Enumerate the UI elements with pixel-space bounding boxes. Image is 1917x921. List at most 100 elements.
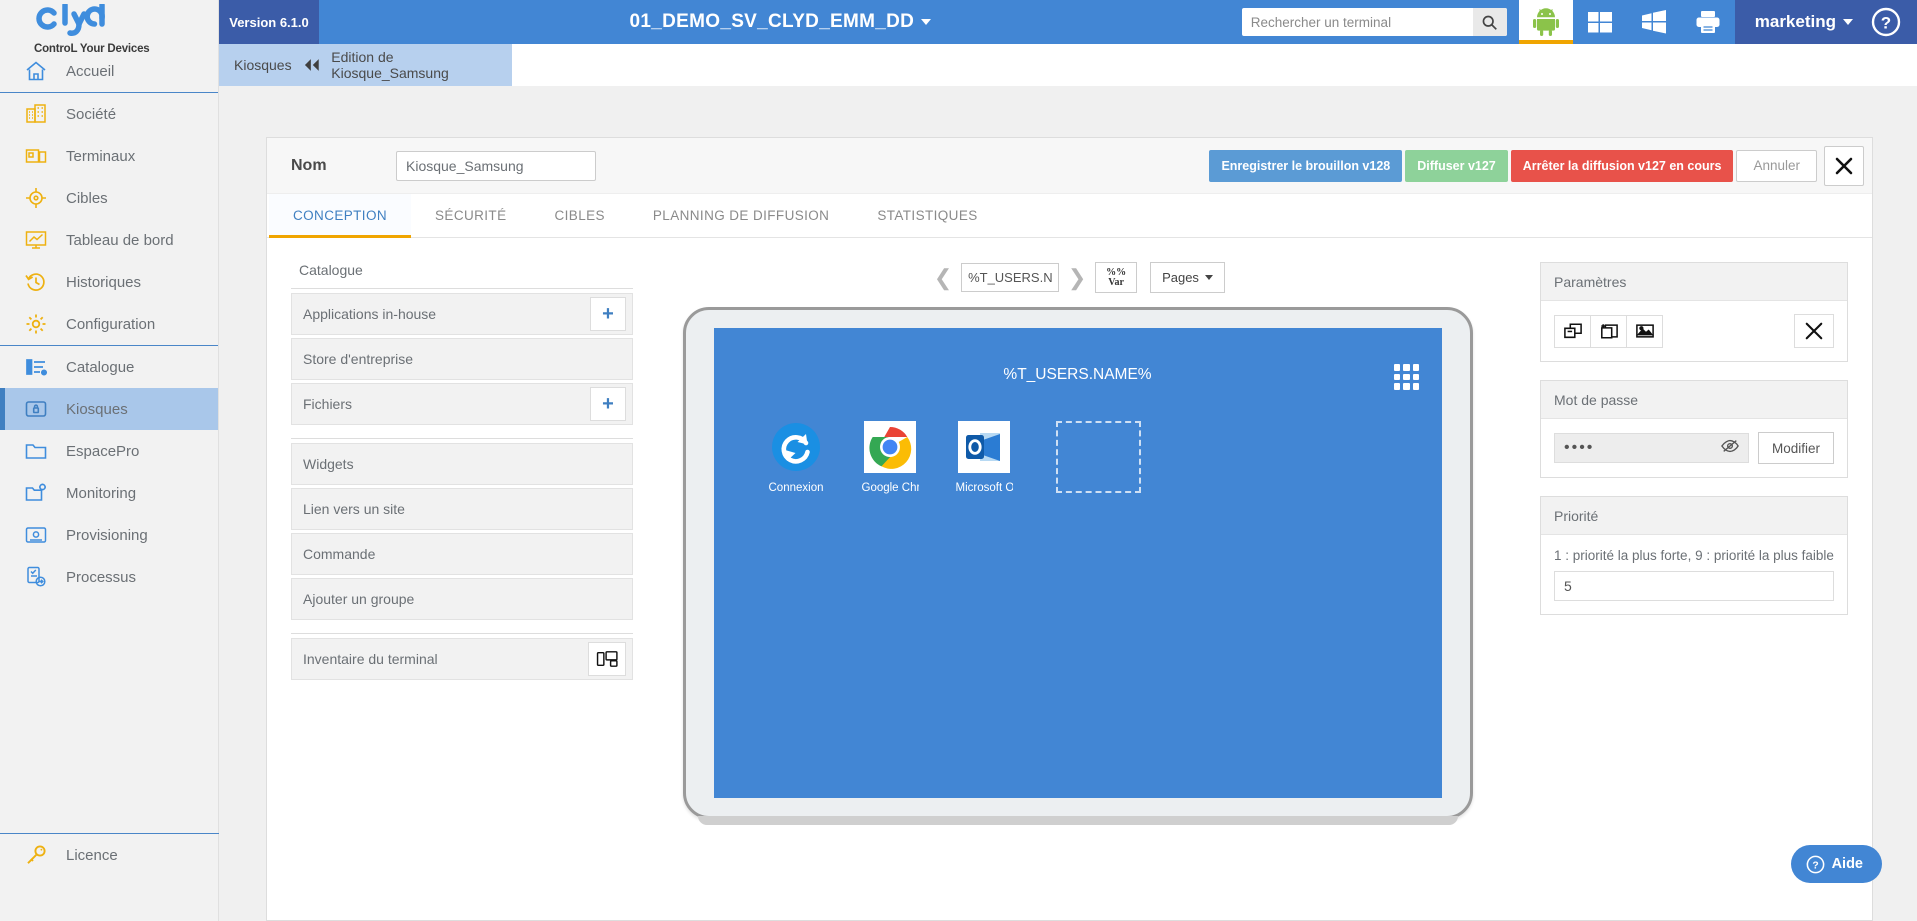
kiosk-app-microsoft-outlook[interactable]: Microsoft Ou... bbox=[956, 418, 1013, 494]
tab-conception[interactable]: CONCEPTION bbox=[269, 194, 412, 238]
catalogue-row-lien-vers-un-site[interactable]: Lien vers un site bbox=[291, 488, 633, 530]
stop-publish-button[interactable]: Arrêter la diffusion v127 en cours bbox=[1510, 149, 1734, 182]
search-input[interactable] bbox=[1241, 9, 1473, 35]
catalogue-row-applications-in-house[interactable]: Applications in-house + bbox=[291, 293, 633, 335]
close-button[interactable] bbox=[1824, 145, 1864, 186]
connexion-sync-icon bbox=[768, 418, 825, 475]
page-name-input[interactable] bbox=[961, 263, 1060, 292]
cancel-button[interactable]: Annuler bbox=[1736, 149, 1817, 182]
priorite-title: Priorité bbox=[1541, 497, 1847, 535]
kiosk-app-empty-slot[interactable] bbox=[1055, 421, 1141, 493]
clock-history-icon bbox=[16, 270, 56, 294]
catalogue-block-inventaire: Inventaire du terminal bbox=[291, 633, 633, 680]
inventory-icon[interactable] bbox=[588, 642, 626, 676]
sidebar-item-accueil[interactable]: Accueil bbox=[0, 50, 218, 92]
tab-cibles[interactable]: CIBLES bbox=[530, 194, 628, 237]
sidebar-item-historiques[interactable]: Historiques bbox=[0, 261, 218, 303]
tab-statistiques[interactable]: STATISTIQUES bbox=[853, 194, 1001, 237]
process-arrow-icon bbox=[16, 565, 56, 589]
modify-password-button[interactable]: Modifier bbox=[1757, 432, 1834, 464]
parametres-panel: Paramètres bbox=[1540, 262, 1848, 362]
tab-securite[interactable]: SÉCURITÉ bbox=[411, 194, 530, 237]
clyd-logo-icon bbox=[36, 2, 105, 36]
close-icon bbox=[1835, 157, 1853, 174]
os-filter-windows-legacy[interactable] bbox=[1627, 0, 1681, 44]
sidebar-item-label: Catalogue bbox=[66, 358, 135, 376]
os-filter-printer[interactable] bbox=[1681, 0, 1735, 44]
sidebar-item-terminaux[interactable]: Terminaux bbox=[0, 135, 218, 177]
catalogue-row-store-entreprise[interactable]: Store d'entreprise bbox=[291, 338, 633, 380]
catalogue-row-ajouter-un-groupe[interactable]: Ajouter un groupe bbox=[291, 578, 633, 620]
screen-layers-icon[interactable] bbox=[1554, 314, 1591, 348]
catalogue-row-widgets[interactable]: Widgets bbox=[291, 443, 633, 485]
kiosk-app-row: Connexion Google Chr Microsoft O bbox=[768, 418, 1141, 494]
parametres-title: Paramètres bbox=[1541, 263, 1847, 301]
os-filter-windows10[interactable] bbox=[1573, 0, 1627, 44]
catalogue-row-inventaire-du-terminal[interactable]: Inventaire du terminal bbox=[291, 638, 633, 680]
printer-icon bbox=[1696, 11, 1720, 33]
sidebar-item-provisioning[interactable]: Provisioning bbox=[0, 514, 218, 556]
app-title-dropdown[interactable]: 01_DEMO_SV_CLYD_EMM_DD bbox=[319, 0, 1242, 44]
password-field[interactable]: •••• bbox=[1554, 433, 1749, 463]
mot-de-passe-panel: Mot de passe •••• Modifier bbox=[1540, 380, 1848, 478]
next-page-button[interactable]: ❯ bbox=[1064, 263, 1090, 293]
search-icon bbox=[1482, 15, 1498, 30]
lock-screen-icon bbox=[16, 397, 56, 421]
user-name: marketing bbox=[1754, 12, 1836, 31]
variables-button[interactable]: %% Var bbox=[1095, 262, 1138, 293]
kiosk-app-connexion[interactable]: Connexion bbox=[768, 418, 825, 494]
breadcrumb: Kiosques Edition de Kiosque_Samsung bbox=[219, 44, 512, 86]
save-draft-button[interactable]: Enregistrer le brouillon v128 bbox=[1209, 149, 1403, 182]
breadcrumb-root[interactable]: Kiosques bbox=[234, 57, 292, 73]
tablet-frame: %T_USERS.NAME% Connexion Google Chr Micr… bbox=[682, 307, 1473, 825]
kiosk-app-label: Connexion bbox=[768, 482, 824, 494]
sidebar-item-societe[interactable]: Société bbox=[0, 93, 218, 135]
pages-dropdown-button[interactable]: Pages bbox=[1150, 262, 1225, 293]
prev-page-button[interactable]: ❮ bbox=[930, 263, 956, 293]
sidebar-item-espacepro[interactable]: EspacePro bbox=[0, 430, 218, 472]
catalogue-block-widgets: Widgets Lien vers un site Commande Ajout… bbox=[291, 438, 633, 620]
catalogue-row-label: Widgets bbox=[303, 456, 354, 472]
app-grid-icon[interactable] bbox=[1393, 364, 1420, 390]
kiosk-screen[interactable]: %T_USERS.NAME% Connexion Google Chr Micr… bbox=[713, 328, 1442, 798]
sidebar-group-3: Catalogue Kiosques EspacePro Monitoring … bbox=[0, 345, 218, 598]
sidebar-item-kiosques[interactable]: Kiosques bbox=[0, 388, 218, 430]
catalogue-row-fichiers[interactable]: Fichiers + bbox=[291, 383, 633, 425]
monitor-chart-icon bbox=[16, 228, 56, 252]
tools-icon[interactable] bbox=[1794, 314, 1834, 348]
sidebar-item-monitoring[interactable]: Monitoring bbox=[0, 472, 218, 514]
sidebar-item-label: Licence bbox=[66, 846, 118, 864]
priorite-input[interactable] bbox=[1554, 571, 1834, 601]
brand-logo[interactable]: ControL Your Devices bbox=[0, 0, 218, 55]
eye-slash-icon[interactable] bbox=[1721, 439, 1739, 458]
add-icon[interactable]: + bbox=[590, 297, 626, 331]
sidebar-item-label: Société bbox=[66, 105, 117, 123]
add-page-icon[interactable] bbox=[1590, 314, 1627, 348]
nom-input[interactable] bbox=[396, 150, 596, 181]
kiosk-app-google-chrome[interactable]: Google Chro... bbox=[862, 418, 919, 494]
help-button[interactable]: ? bbox=[1871, 0, 1917, 44]
publish-button[interactable]: Diffuser v127 bbox=[1405, 149, 1508, 182]
search-button[interactable] bbox=[1472, 8, 1507, 36]
sidebar-item-catalogue[interactable]: Catalogue bbox=[0, 346, 218, 388]
sidebar-licence-link[interactable]: Licence bbox=[0, 834, 219, 876]
priorite-hint: 1 : priorité la plus forte, 9 : priorité… bbox=[1554, 548, 1834, 563]
catalogue-row-commande[interactable]: Commande bbox=[291, 533, 633, 575]
top-bar: Version 6.1.0 01_DEMO_SV_CLYD_EMM_DD Rec… bbox=[219, 0, 1917, 44]
question-circle-icon: ? bbox=[1806, 855, 1824, 873]
tab-planning-de-diffusion[interactable]: PLANNING DE DIFFUSION bbox=[629, 194, 853, 237]
user-menu[interactable]: marketing bbox=[1734, 0, 1871, 44]
catalogue-panel: Catalogue Applications in-house + Store … bbox=[291, 262, 633, 919]
aide-button[interactable]: ? Aide bbox=[1790, 845, 1882, 883]
sidebar-item-processus[interactable]: Processus bbox=[0, 556, 218, 598]
double-chevron-left-icon[interactable] bbox=[302, 58, 322, 72]
os-filter-android[interactable] bbox=[1518, 0, 1573, 44]
catalogue-row-label: Store d'entreprise bbox=[303, 351, 414, 367]
sidebar-item-configuration[interactable]: Configuration bbox=[0, 303, 218, 345]
sidebar-item-tableau-de-bord[interactable]: Tableau de bord bbox=[0, 219, 218, 261]
catalogue-row-label: Inventaire du terminal bbox=[303, 651, 438, 667]
sidebar: ControL Your Devices Accueil Société Ter… bbox=[0, 0, 219, 921]
sidebar-item-cibles[interactable]: Cibles bbox=[0, 177, 218, 219]
image-icon[interactable] bbox=[1626, 314, 1663, 348]
add-icon[interactable]: + bbox=[590, 387, 626, 421]
